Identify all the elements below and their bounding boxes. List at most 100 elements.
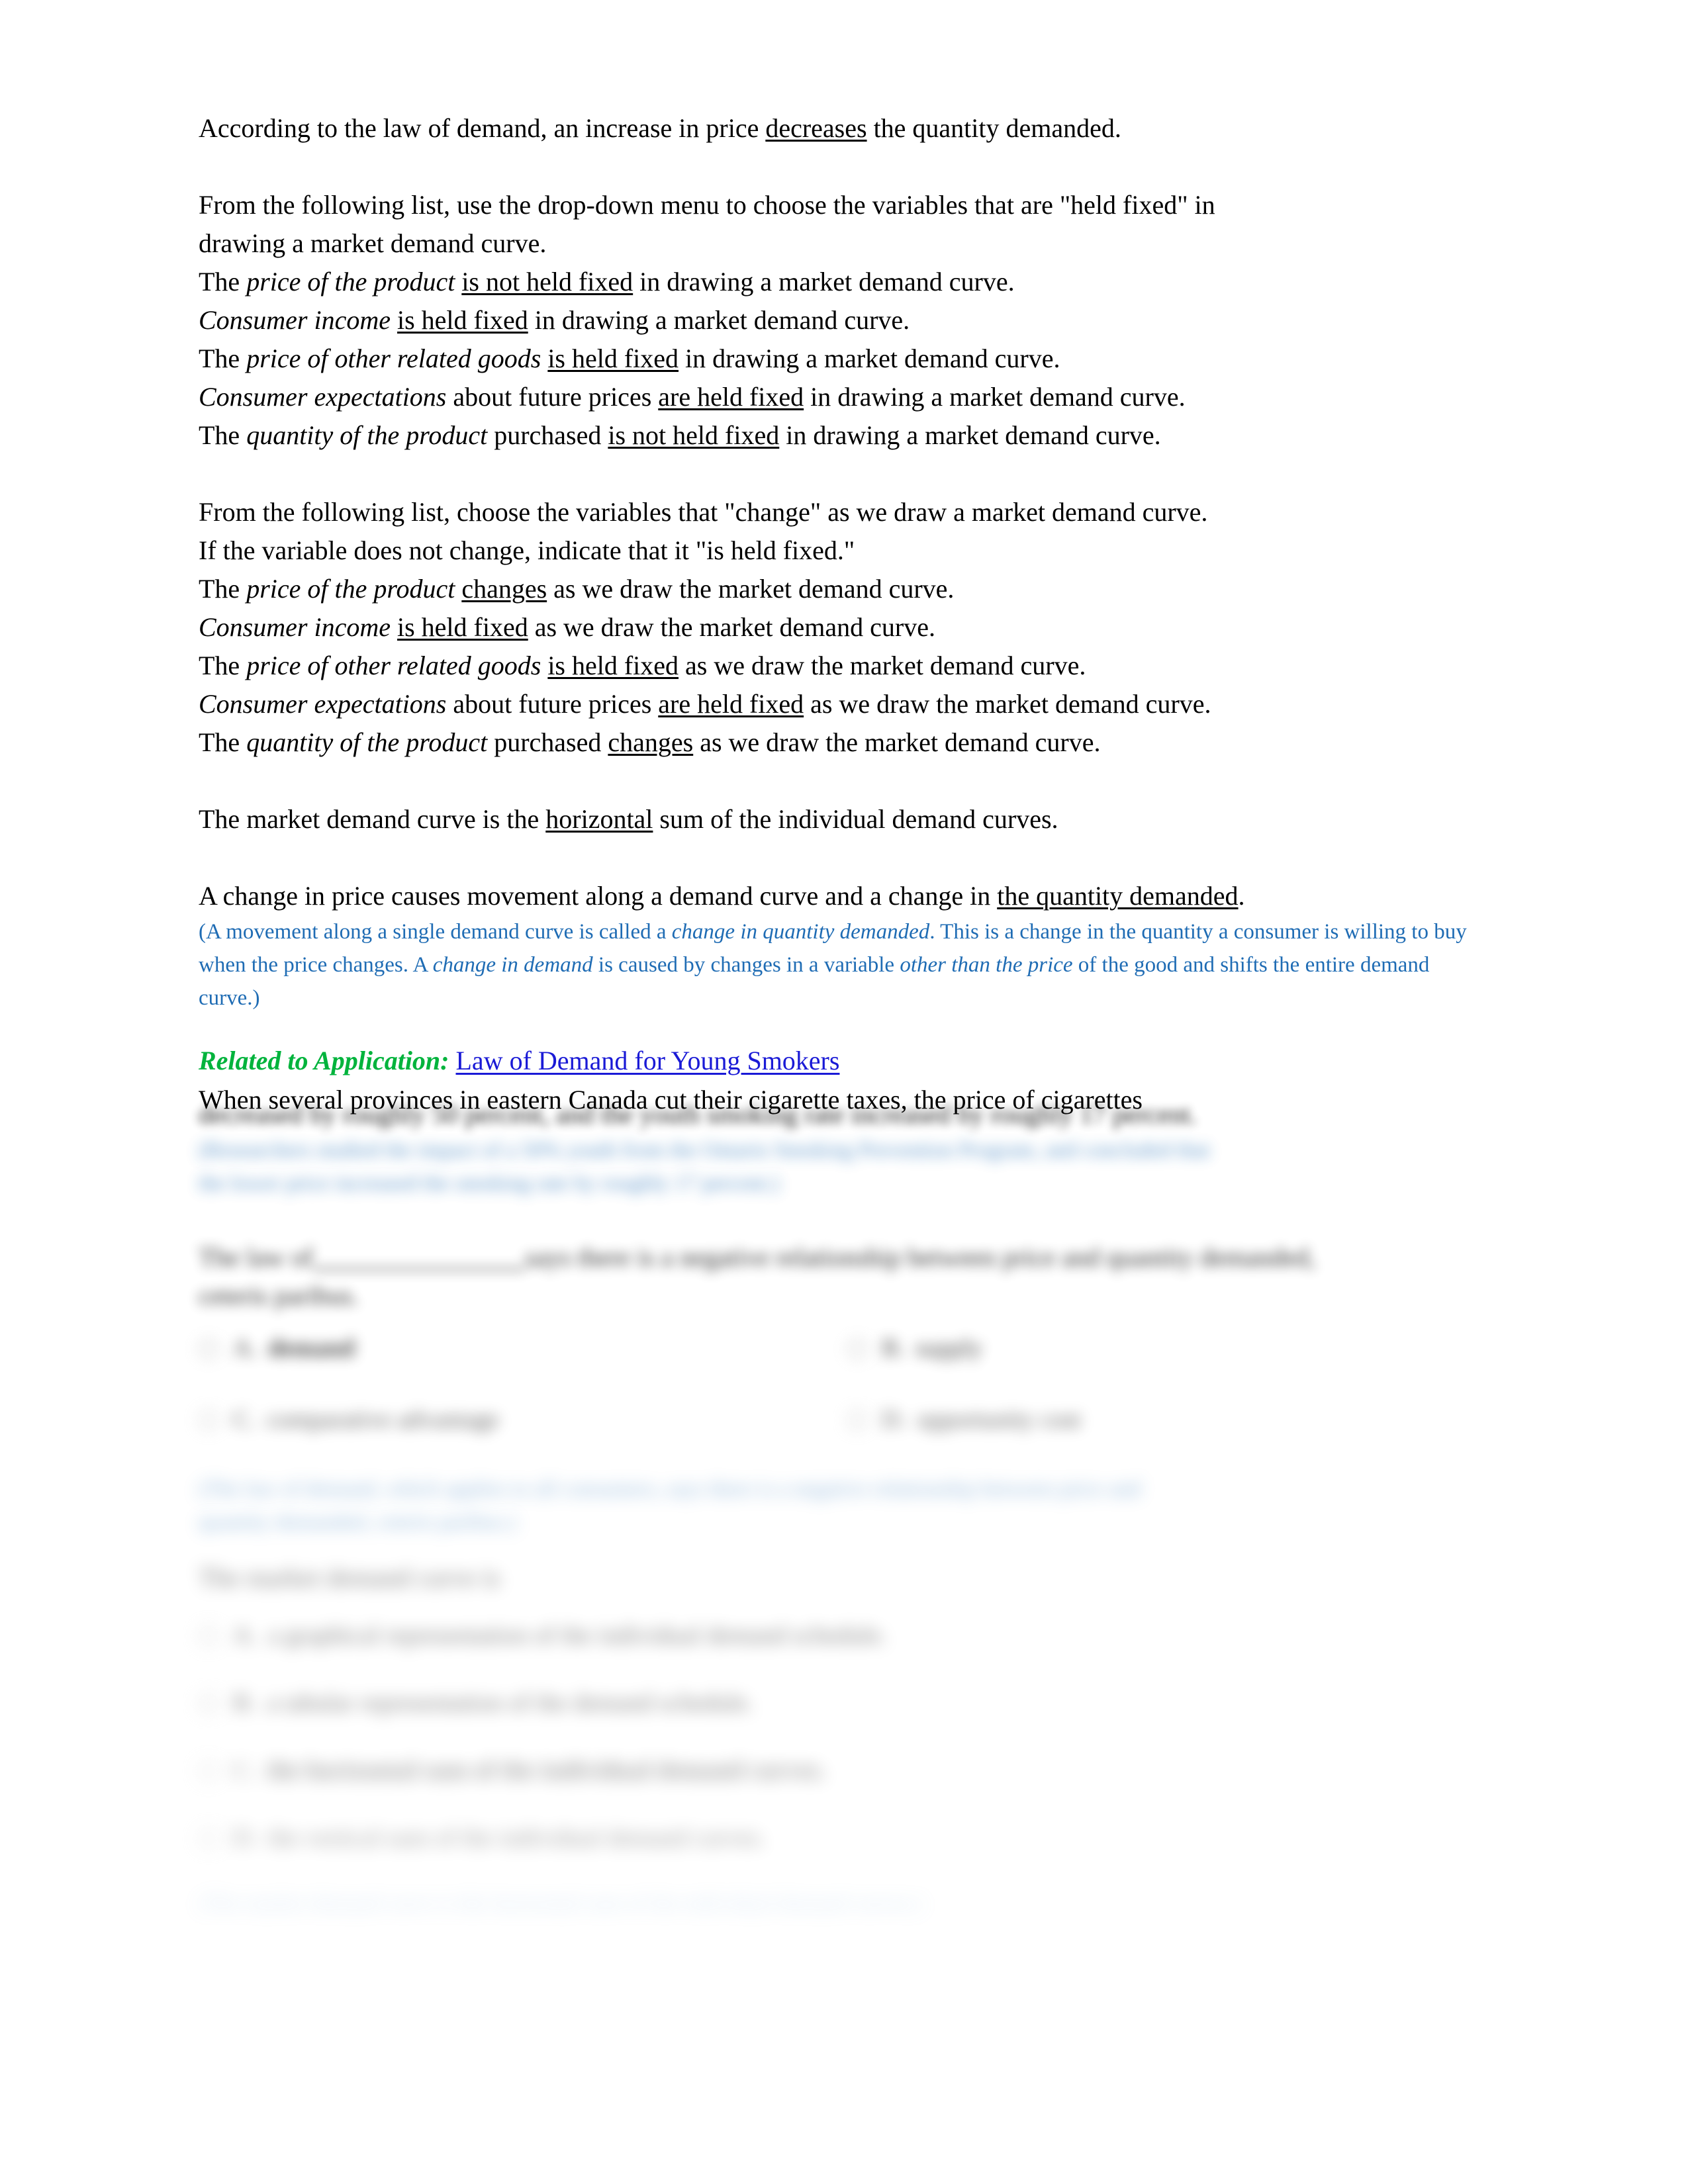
- item-answer[interactable]: is not held fixed: [608, 420, 779, 450]
- item-tail: in drawing a market demand curve.: [779, 420, 1161, 450]
- question-1-stem-before-blank: The law of: [199, 1242, 314, 1272]
- item-mid: [455, 267, 461, 296]
- option-text: demand: [267, 1334, 355, 1362]
- held-fixed-item: The quantity of the product purchased is…: [199, 416, 1496, 455]
- held-fixed-item: Consumer income is held fixed in drawing…: [199, 301, 1496, 340]
- item-variable: price of other related goods: [246, 343, 541, 373]
- item-answer[interactable]: changes: [461, 574, 547, 604]
- movement-answer[interactable]: the quantity demanded: [997, 881, 1238, 911]
- application-note-line-2: the lower price increased the smoking ra…: [199, 1171, 779, 1195]
- held-fixed-prompt-line-1: From the following list, use the drop-do…: [199, 190, 1215, 220]
- radio-icon[interactable]: [199, 1626, 218, 1646]
- item-answer[interactable]: is held fixed: [397, 305, 528, 335]
- application-link[interactable]: Law of Demand for Young Smokers: [456, 1046, 840, 1075]
- item-mid: purchased: [487, 420, 608, 450]
- item-lead: The: [199, 727, 247, 757]
- option-text: a graphical representation of the indivi…: [267, 1621, 887, 1649]
- movement-explanation: (A movement along a single demand curve …: [199, 915, 1496, 1015]
- explanation-part-1: (A movement along a single demand curve …: [199, 920, 672, 944]
- item-variable: quantity of the product: [246, 727, 488, 757]
- item-answer[interactable]: is held fixed: [547, 343, 679, 373]
- option-letter: A.: [233, 1334, 258, 1362]
- item-lead: The: [199, 651, 247, 680]
- option-letter: B.: [882, 1334, 905, 1362]
- radio-icon[interactable]: [199, 1339, 218, 1359]
- option-text: the horizontal sum of the individual dem…: [266, 1756, 826, 1784]
- question-2-option-d[interactable]: D. the vertical sum of the individual de…: [199, 1819, 1496, 1856]
- question-2-option-b[interactable]: B. a tabular representation of the deman…: [199, 1684, 1496, 1721]
- changes-prompt-line-1: From the following list, choose the vari…: [199, 497, 1208, 527]
- question-2-stem: The market demand curve is: [199, 1563, 500, 1592]
- blurred-lower-region: decreased by roughly 50 percent, and the…: [199, 1095, 1496, 1920]
- radio-icon[interactable]: [847, 1410, 867, 1430]
- item-answer[interactable]: is held fixed: [547, 651, 679, 680]
- changes-prompt-line-2: If the variable does not change, indicat…: [199, 535, 855, 565]
- item-lead: The: [199, 420, 247, 450]
- market-curve-suffix: sum of the individual demand curves.: [653, 804, 1058, 834]
- option-letter: A.: [233, 1621, 258, 1649]
- item-variable: Consumer expectations: [199, 382, 447, 412]
- market-curve-statement: The market demand curve is the horizonta…: [199, 800, 1496, 839]
- document-page: According to the law of demand, an incre…: [0, 0, 1688, 2184]
- question-1-option-b[interactable]: B. supply: [847, 1330, 1496, 1367]
- explanation-part-3: is caused by changes in a variable: [592, 953, 900, 977]
- changes-item: The price of the product changes as we d…: [199, 570, 1496, 608]
- question-1-option-c[interactable]: C. comparative advantage: [199, 1401, 847, 1438]
- question-1-options-column-right: B. supply D. opportunity cost: [847, 1330, 1496, 1473]
- market-curve-answer[interactable]: horizontal: [545, 804, 653, 834]
- movement-prefix: A change in price causes movement along …: [199, 881, 998, 911]
- item-tail: in drawing a market demand curve.: [633, 267, 1015, 296]
- changes-item: Consumer expectations about future price…: [199, 685, 1496, 723]
- changes-item: The quantity of the product purchased ch…: [199, 723, 1496, 762]
- item-variable: Consumer income: [199, 612, 391, 642]
- question-2-option-c[interactable]: C. the horizontal sum of the individual …: [199, 1752, 1496, 1789]
- radio-icon[interactable]: [199, 1829, 218, 1848]
- item-variable: price of the product: [246, 574, 455, 604]
- intro-answer[interactable]: decreases: [765, 113, 867, 143]
- held-fixed-item: The price of other related goods is held…: [199, 340, 1496, 378]
- radio-icon[interactable]: [847, 1339, 867, 1359]
- item-answer[interactable]: changes: [608, 727, 693, 757]
- question-1-option-d[interactable]: D. opportunity cost: [847, 1401, 1496, 1438]
- application-note-line-1: (Researchers studied the impact of a 50%…: [199, 1138, 1210, 1162]
- held-fixed-item: The price of the product is not held fix…: [199, 263, 1496, 301]
- radio-icon[interactable]: [199, 1694, 218, 1713]
- item-answer[interactable]: are held fixed: [658, 689, 804, 719]
- option-letter: D.: [233, 1824, 258, 1852]
- question-1-stem: The law of says there is a negative relat…: [199, 1238, 1496, 1277]
- item-lead: The: [199, 574, 247, 604]
- item-answer[interactable]: is held fixed: [397, 612, 528, 642]
- intro-statement: According to the law of demand, an incre…: [199, 109, 1496, 148]
- item-answer[interactable]: are held fixed: [658, 382, 804, 412]
- question-1-blank[interactable]: [313, 1268, 526, 1270]
- item-answer[interactable]: is not held fixed: [461, 267, 633, 296]
- item-mid: about future prices: [446, 382, 659, 412]
- question-1-option-a[interactable]: A. demand: [199, 1330, 847, 1367]
- related-application-heading: Related to Application: Law of Demand fo…: [199, 1041, 1496, 1081]
- movement-statement: A change in price causes movement along …: [199, 877, 1496, 915]
- option-text: supply: [915, 1334, 983, 1362]
- related-application-label: Related to Application:: [199, 1046, 449, 1075]
- market-curve-prefix: The market demand curve is the: [199, 804, 546, 834]
- application-body-line-2: decreased by roughly 50 percent, and the…: [199, 1099, 1197, 1129]
- item-variable: price of the product: [246, 267, 455, 296]
- radio-icon[interactable]: [199, 1410, 218, 1430]
- item-mid: about future prices: [446, 689, 659, 719]
- held-fixed-item: Consumer expectations about future price…: [199, 378, 1496, 416]
- option-text: a tabular representation of the demand s…: [266, 1689, 754, 1717]
- question-2-option-a[interactable]: A. a graphical representation of the ind…: [199, 1617, 1496, 1654]
- changes-item: Consumer income is held fixed as we draw…: [199, 608, 1496, 647]
- explanation-italic-3: other than the price: [900, 953, 1073, 977]
- question-2-explanation: (The market demand curve is the horizont…: [199, 1891, 923, 1915]
- radio-icon[interactable]: [199, 1761, 218, 1781]
- option-letter: C.: [233, 1756, 256, 1784]
- item-lead: The: [199, 343, 247, 373]
- option-letter: C.: [233, 1406, 256, 1433]
- question-1-options: A. demand C. comparative advantage B. su…: [199, 1330, 1496, 1473]
- item-mid: purchased: [487, 727, 608, 757]
- option-text: comparative advantage: [266, 1406, 500, 1433]
